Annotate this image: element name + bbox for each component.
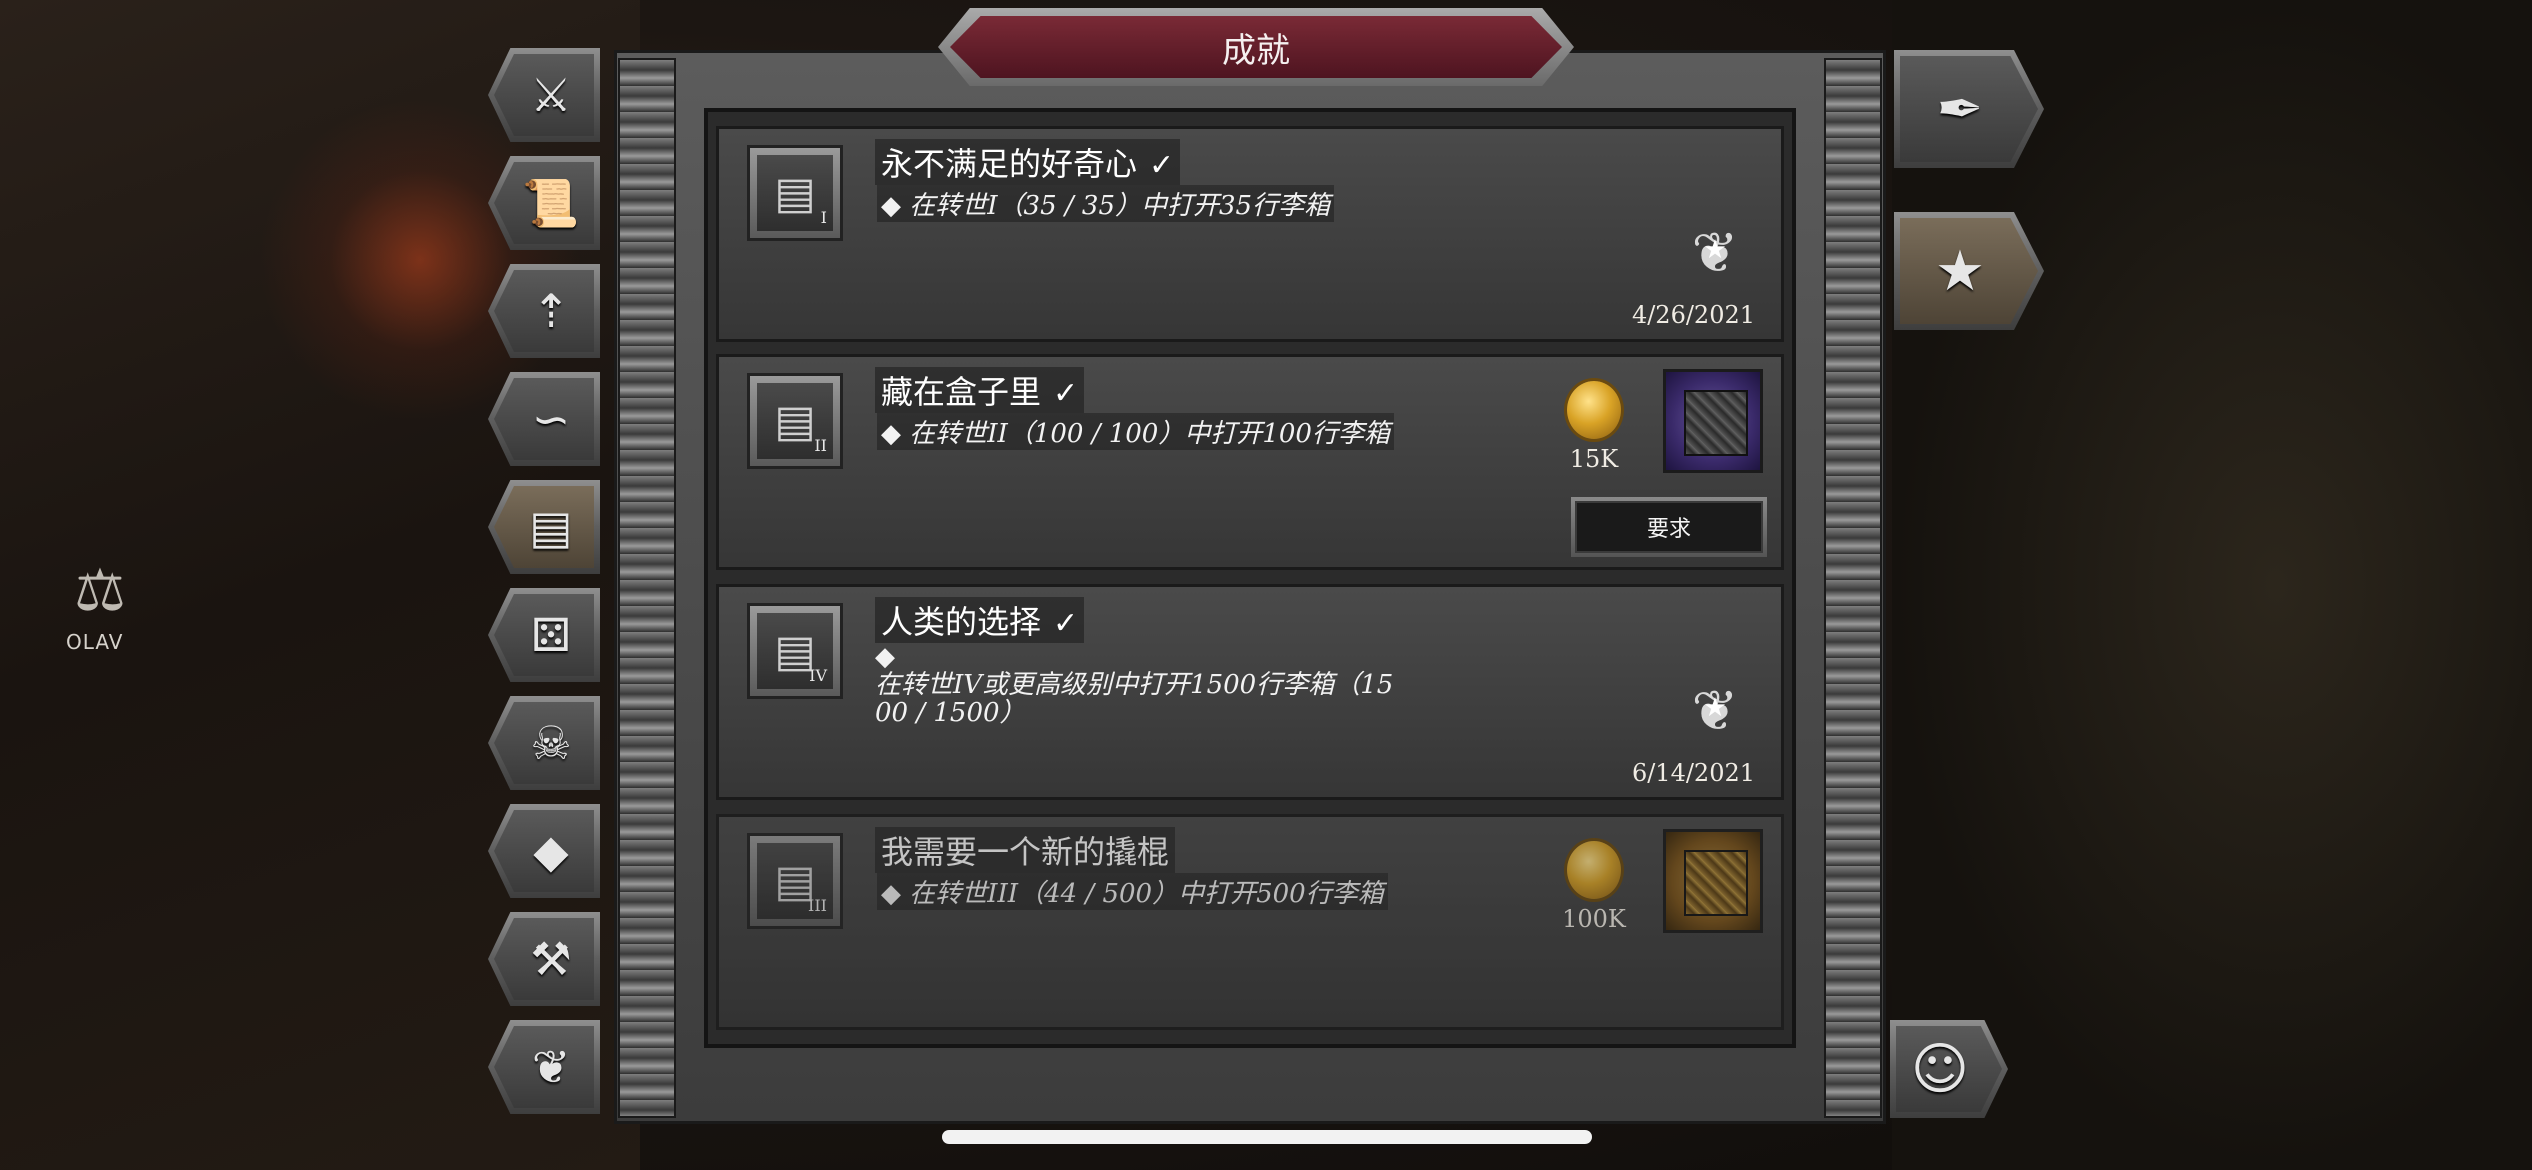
gold-reward: 15K xyxy=(1559,381,1629,473)
achievement-title: 人类的选择 ✓ xyxy=(875,597,1085,643)
wings-tab[interactable]: ⇡ xyxy=(488,264,600,358)
sword-shield-icon: ⚔ xyxy=(530,68,572,122)
quill-icon: ✒ xyxy=(1936,76,1984,142)
achievement-icon: ▤ I xyxy=(747,145,843,241)
requirements-button-label: 要求 xyxy=(1575,501,1763,553)
background-scene-right xyxy=(1892,0,2532,1170)
achievement-title: 我需要一个新的撬棍 xyxy=(875,827,1176,873)
dice-icon: ⚄ xyxy=(531,608,571,662)
completion-date: 6/14/2021 xyxy=(1631,759,1755,787)
gold-amount: 100K xyxy=(1562,905,1626,933)
reward-item-purple-cube[interactable] xyxy=(1663,369,1763,473)
scales-icon: ⚖ xyxy=(74,556,126,624)
chest-tab[interactable]: ▤ xyxy=(488,480,600,574)
achievement-icon: ▤ IV xyxy=(747,603,843,699)
chest-icon: ▤ xyxy=(774,395,816,447)
paw-icon: ❦ xyxy=(531,1040,571,1094)
laurel-star-icon: ❦ ★ xyxy=(1691,678,1739,744)
chest-icon: ▤ xyxy=(774,167,816,219)
gold-reward: 100K xyxy=(1559,841,1629,933)
completion-date: 4/26/2021 xyxy=(1631,301,1755,329)
tier-numeral: I xyxy=(820,208,827,227)
quill-tab[interactable]: ✒ xyxy=(1894,50,2044,168)
laurel-star-icon: ★ xyxy=(1934,238,1986,304)
demon-skull-icon: ☠ xyxy=(530,716,572,770)
reward-item-bronze-cube[interactable] xyxy=(1663,829,1763,933)
check-icon: ✓ xyxy=(1053,606,1079,641)
achievement-title: 永不满足的好奇心 ✓ xyxy=(875,139,1181,185)
crafting-tab[interactable]: ⚒ xyxy=(488,912,600,1006)
home-indicator[interactable] xyxy=(942,1130,1592,1144)
achievement-row: ▤ III 我需要一个新的撬棍 ◆ 在转世III（44 / 500）中打开500… xyxy=(716,814,1784,1030)
check-icon: ✓ xyxy=(1149,148,1175,183)
scroll-icon: 📜 xyxy=(522,175,580,230)
tier-numeral: II xyxy=(814,436,827,455)
serpent-icon: ∽ xyxy=(531,392,571,446)
diamond-icon: ◆ xyxy=(533,824,569,878)
tier-numeral: IV xyxy=(809,666,827,685)
achievement-icon: ▤ II xyxy=(747,373,843,469)
hammer-icon: ⚒ xyxy=(530,932,572,986)
achievement-row: ▤ II 藏在盒子里 ✓ ◆ 在转世II（100 / 100）中打开100行李箱 … xyxy=(716,354,1784,570)
description-bullet: ◆ xyxy=(875,642,895,672)
cube-icon xyxy=(1684,850,1748,916)
laurel-star-icon: ❦ ★ xyxy=(1691,220,1739,286)
achievement-row: ▤ I 永不满足的好奇心 ✓ ◆ 在转世I（35 / 35）中打开35行李箱 ❦ ★… xyxy=(716,126,1784,342)
gold-coins-icon xyxy=(1567,841,1621,899)
achievement-description: ◆ 在转世II（100 / 100）中打开100行李箱 xyxy=(877,413,1394,450)
community-tab[interactable]: ☺ xyxy=(1890,1020,2008,1118)
cube-icon xyxy=(1684,390,1748,456)
right-chain-border xyxy=(1824,58,1882,1118)
achievement-title: 藏在盒子里 ✓ xyxy=(875,367,1085,413)
dice-tab[interactable]: ⚄ xyxy=(488,588,600,682)
gem-tab[interactable]: ◆ xyxy=(488,804,600,898)
achievement-icon: ▤ III xyxy=(747,833,843,929)
gold-amount: 15K xyxy=(1569,445,1619,473)
winged-arrow-icon: ⇡ xyxy=(531,284,571,338)
tier-numeral: III xyxy=(808,896,827,915)
left-chain-border xyxy=(618,58,676,1118)
title-banner: 成就 xyxy=(950,16,1562,78)
demon-tab[interactable]: ☠ xyxy=(488,696,600,790)
page-title: 成就 xyxy=(1222,30,1290,71)
check-icon: ✓ xyxy=(1053,376,1079,411)
serpent-tab[interactable]: ∽ xyxy=(488,372,600,466)
scroll-tab[interactable]: 📜 xyxy=(488,156,600,250)
chest-icon: ▤ xyxy=(529,500,573,554)
achievements-tab[interactable]: ★ xyxy=(1894,212,2044,330)
achievement-description: ◆ 在转世I（35 / 35）中打开35行李箱 xyxy=(877,185,1335,222)
description-line: 00 / 1500） xyxy=(875,698,1026,728)
group-icon: ☺ xyxy=(1910,1036,1970,1102)
achievement-description: ◆ 在转世III（44 / 500）中打开500行李箱 xyxy=(877,873,1388,910)
requirements-button[interactable]: 要求 xyxy=(1571,497,1767,557)
achievement-description: ◆ 在转世IV或更高级别中打开1500行李箱（15 00 / 1500） xyxy=(875,643,1395,727)
npc-name-label: OLAV xyxy=(66,630,124,654)
description-line: 在转世IV或更高级别中打开1500行李箱（15 xyxy=(875,670,1394,700)
gold-coins-icon xyxy=(1567,381,1621,439)
weapons-tab[interactable]: ⚔ xyxy=(488,48,600,142)
paw-tab[interactable]: ❦ xyxy=(488,1020,600,1114)
achievement-row: ▤ IV 人类的选择 ✓ ◆ 在转世IV或更高级别中打开1500行李箱（15 00… xyxy=(716,584,1784,800)
